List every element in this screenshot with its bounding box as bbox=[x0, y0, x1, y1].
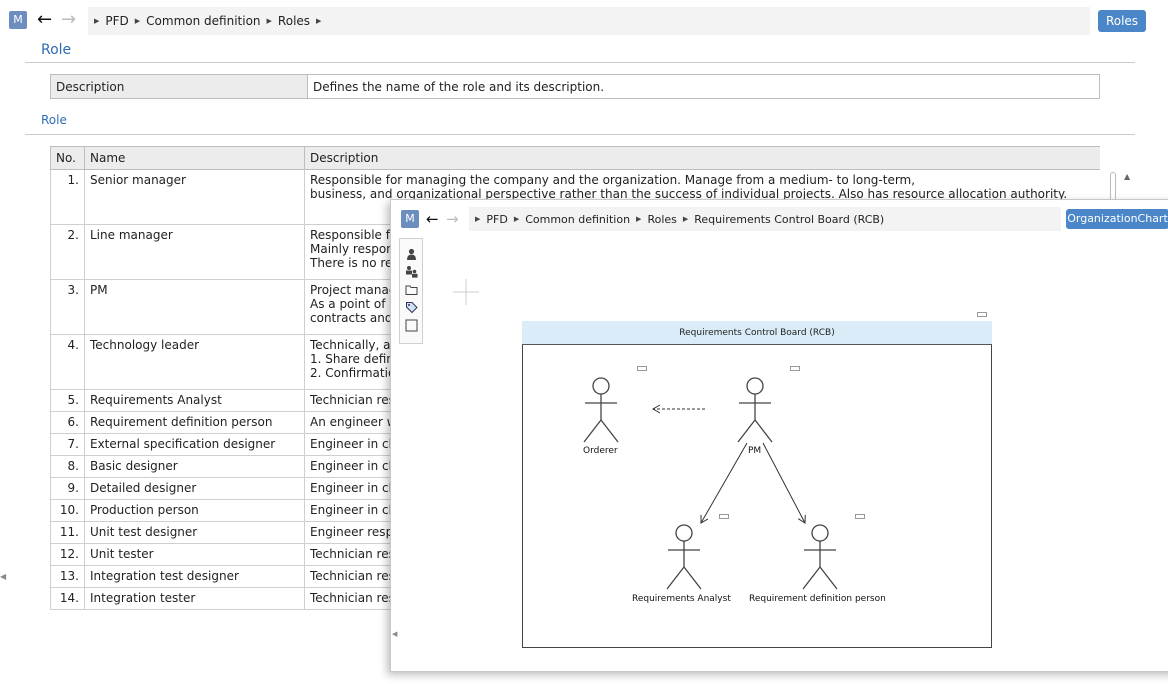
breadcrumb-separator-icon: ▶ bbox=[266, 17, 272, 25]
forward-arrow-icon[interactable]: → bbox=[61, 11, 76, 29]
role-description-line: Responsible for managing the company and… bbox=[310, 173, 916, 187]
pm-to-definer-arrow[interactable] bbox=[762, 442, 806, 524]
row-number: 1. bbox=[50, 169, 85, 225]
role-section-title: Role bbox=[41, 113, 67, 127]
row-number: 14. bbox=[50, 587, 85, 610]
orderer-label: Orderer bbox=[583, 446, 618, 456]
breadcrumb-item-roles[interactable]: Roles bbox=[278, 14, 310, 28]
row-number: 13. bbox=[50, 565, 85, 588]
requirements-analyst-actor[interactable] bbox=[666, 524, 702, 590]
mode-badge[interactable]: M bbox=[9, 11, 27, 29]
orderer-note-handle[interactable] bbox=[637, 366, 647, 371]
role-name[interactable]: Basic designer bbox=[84, 455, 305, 478]
role-name[interactable]: Technology leader bbox=[84, 334, 305, 390]
title-divider bbox=[25, 62, 1135, 63]
role-name[interactable]: Integration test designer bbox=[84, 565, 305, 588]
column-header-name[interactable]: Name bbox=[84, 146, 305, 170]
role-name[interactable]: Requirement definition person bbox=[84, 411, 305, 434]
row-number: 6. bbox=[50, 411, 85, 434]
rcb-diagram-window: M ← → ▶ PFD ▶ Common definition ▶ Roles … bbox=[390, 199, 1168, 672]
main-toolbar: M ← → ▶ PFD ▶ Common definition ▶ Roles … bbox=[0, 0, 1168, 40]
breadcrumb-item-pfd[interactable]: PFD bbox=[105, 14, 128, 28]
requirement-definition-person-actor[interactable] bbox=[802, 524, 838, 590]
page-title: Role bbox=[41, 42, 72, 58]
requirement-definition-person-label: Requirement definition person bbox=[749, 594, 886, 604]
row-number: 3. bbox=[50, 279, 85, 335]
role-name[interactable]: Detailed designer bbox=[84, 477, 305, 500]
role-name[interactable]: Senior manager bbox=[84, 169, 305, 225]
table-header-row: No. Name Description bbox=[50, 146, 1100, 170]
description-table: Description Defines the name of the role… bbox=[50, 74, 1100, 99]
row-number: 10. bbox=[50, 499, 85, 522]
role-name[interactable]: Line manager bbox=[84, 224, 305, 280]
row-number: 7. bbox=[50, 433, 85, 456]
role-name[interactable]: Unit test designer bbox=[84, 521, 305, 544]
roles-button[interactable]: Roles bbox=[1098, 10, 1146, 32]
breadcrumb-separator-icon: ▶ bbox=[316, 17, 322, 25]
pm-actor[interactable] bbox=[737, 377, 773, 443]
row-number: 2. bbox=[50, 224, 85, 280]
breadcrumb-item-common-definition[interactable]: Common definition bbox=[146, 14, 260, 28]
left-panel-handle-icon[interactable]: ◀ bbox=[0, 572, 6, 581]
definer-note-handle[interactable] bbox=[855, 514, 865, 519]
column-header-description[interactable]: Description bbox=[304, 146, 1100, 170]
row-number: 5. bbox=[50, 389, 85, 412]
section-divider bbox=[25, 134, 1135, 135]
row-number: 4. bbox=[50, 334, 85, 390]
column-header-no[interactable]: No. bbox=[50, 146, 85, 170]
row-number: 9. bbox=[50, 477, 85, 500]
back-arrow-icon[interactable]: ← bbox=[37, 11, 52, 29]
row-number: 8. bbox=[50, 455, 85, 478]
pm-label: PM bbox=[748, 446, 762, 456]
role-name[interactable]: External specification designer bbox=[84, 433, 305, 456]
role-name[interactable]: Unit tester bbox=[84, 543, 305, 566]
requirements-analyst-label: Requirements Analyst bbox=[632, 594, 731, 604]
row-number: 11. bbox=[50, 521, 85, 544]
analyst-note-handle[interactable] bbox=[719, 514, 729, 519]
breadcrumb-separator-icon: ▶ bbox=[134, 17, 141, 25]
scroll-up-arrow-icon[interactable]: ▲ bbox=[1124, 172, 1130, 181]
role-name[interactable]: Requirements Analyst bbox=[84, 389, 305, 412]
role-name[interactable]: Integration tester bbox=[84, 587, 305, 610]
description-label: Description bbox=[50, 74, 308, 99]
pm-to-analyst-arrow[interactable] bbox=[700, 442, 748, 524]
pm-note-handle[interactable] bbox=[790, 366, 800, 371]
row-number: 12. bbox=[50, 543, 85, 566]
breadcrumb: ▶ PFD ▶ Common definition ▶ Roles ▶ bbox=[88, 7, 1090, 35]
breadcrumb-separator-icon: ▶ bbox=[94, 17, 100, 25]
description-value: Defines the name of the role and its des… bbox=[307, 74, 1100, 99]
role-name[interactable]: PM bbox=[84, 279, 305, 335]
orderer-actor[interactable] bbox=[583, 377, 619, 443]
role-name[interactable]: Production person bbox=[84, 499, 305, 522]
